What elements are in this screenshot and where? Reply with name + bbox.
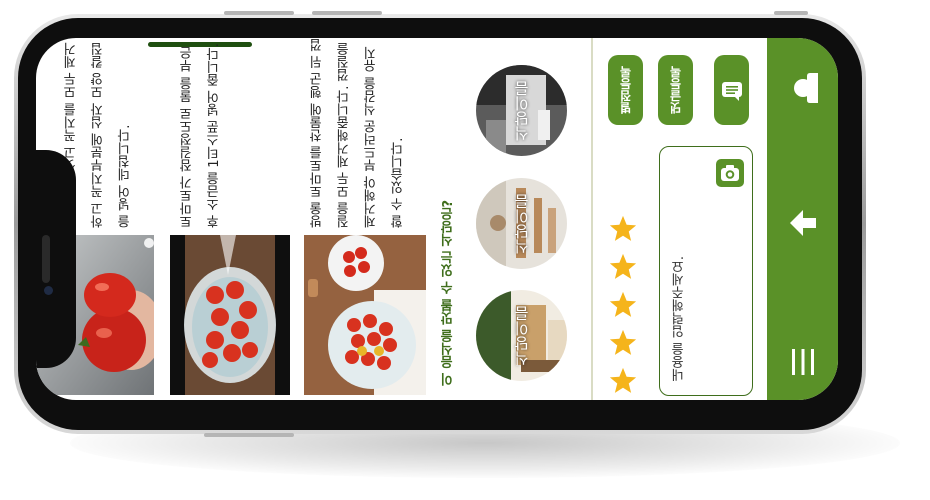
phone-notch <box>36 150 76 368</box>
comment-icon-button[interactable] <box>714 55 749 125</box>
restaurant-section-title: 이 음식을 맛볼 수 있는 식당은? <box>441 199 456 386</box>
restaurant-card[interactable]: 식당이름 <box>476 65 567 156</box>
profile-button[interactable] <box>767 58 838 118</box>
restaurant-section: 이 음식을 맛볼 수 있는 식당은? 식당이름 식당이름 식당이름 <box>431 38 591 400</box>
star-icon[interactable] <box>608 252 638 282</box>
review-panel: 별점등록 댓글등록 내용을 입력해주세요. <box>591 38 769 400</box>
step-1-text: 방울 토마토를 찬물에 헹군 뒤 껍질을 모두 제거해줍니다. 껍질을 제거해야… <box>310 38 406 228</box>
restaurant-card[interactable]: 식당이름 <box>476 178 567 269</box>
camera-icon <box>721 165 739 181</box>
star-icon[interactable] <box>608 366 638 396</box>
star-rating[interactable] <box>608 214 638 396</box>
app-screen: 깨끗하게 씻고 꼭지를 모두 제거하고 꼭지부분에 십자 모양 칼집을 넣어 데… <box>36 38 838 400</box>
star-icon[interactable] <box>608 214 638 244</box>
star-icon[interactable] <box>608 290 638 320</box>
restaurant-name: 식당이름 <box>513 80 531 141</box>
comment-submit-button[interactable]: 댓글등록 <box>658 55 693 125</box>
rating-submit-button[interactable]: 별점등록 <box>608 55 643 125</box>
restaurant-name: 식당이름 <box>513 193 531 254</box>
photo-attach-button[interactable] <box>716 159 744 187</box>
hamburger-menu-icon <box>791 349 814 375</box>
star-icon[interactable] <box>608 328 638 358</box>
person-icon <box>793 73 818 103</box>
silent-switch <box>774 11 808 15</box>
menu-button[interactable] <box>767 332 838 392</box>
review-input[interactable]: 내용을 입력해주세요. <box>659 146 753 396</box>
left-arrow-icon <box>789 210 816 236</box>
side-navigation <box>767 38 838 400</box>
step-image-tomato-plate <box>304 235 426 395</box>
restaurant-card[interactable]: 식당이름 <box>476 290 567 381</box>
step-2-text: 토마토가 잠길정도로 물을 부은후 소금을 1티스푼 넣어 줍니다. <box>180 43 222 228</box>
front-camera <box>44 286 53 295</box>
earpiece-speaker <box>42 235 50 283</box>
chat-bubble-icon <box>721 82 742 101</box>
side-button <box>204 433 294 437</box>
volume-up-button <box>224 11 294 15</box>
back-button[interactable] <box>767 193 838 253</box>
volume-down-button <box>312 11 382 15</box>
restaurant-name: 식당이름 <box>513 305 531 366</box>
review-placeholder: 내용을 입력해주세요. <box>672 255 687 381</box>
step-image-tomato-bowl <box>170 235 290 395</box>
